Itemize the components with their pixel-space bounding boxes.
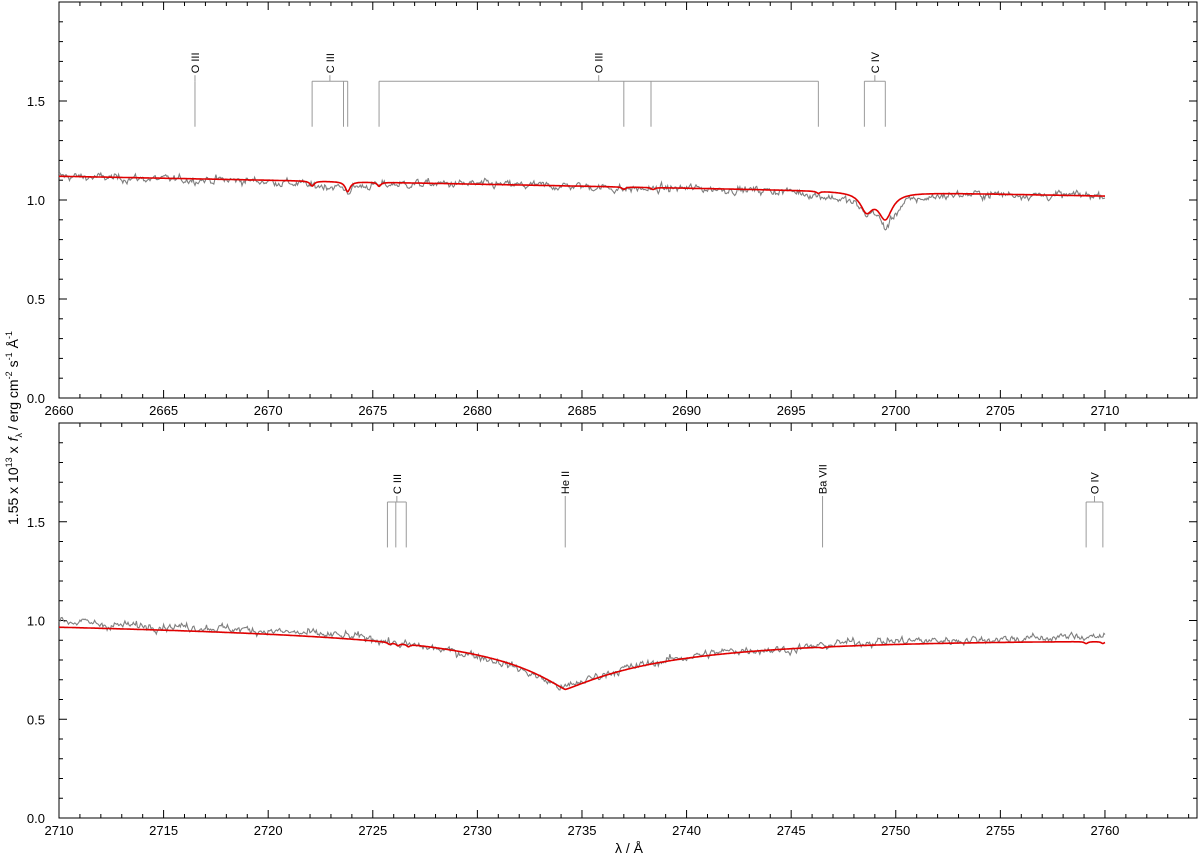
top-x-tick-label: 2710 — [1090, 403, 1119, 418]
bottom-x-tick-label: 2710 — [45, 823, 74, 838]
top-y-tick-label: 1.0 — [27, 193, 45, 208]
bottom-y-tick-label: 0.5 — [27, 712, 45, 727]
bottom-x-tick-label: 2730 — [463, 823, 492, 838]
bottom-x-tick-label: 2720 — [254, 823, 283, 838]
top-y-tick-label: 0.5 — [27, 292, 45, 307]
top-x-tick-label: 2700 — [881, 403, 910, 418]
line-id-label: C III — [325, 53, 337, 73]
line-id-label: C IV — [870, 51, 882, 73]
line-id-label: C III — [392, 474, 404, 494]
top-x-tick-label: 2690 — [672, 403, 701, 418]
bottom-x-tick-label: 2725 — [358, 823, 387, 838]
spectrum-figure: 2660 2665 2670 2675 2680 2685 2690 2695 2700 2705… — [0, 0, 1200, 857]
bottom-x-tick-label: 2740 — [672, 823, 701, 838]
bottom-y-tick-label: 0.0 — [27, 811, 45, 826]
line-id-label: O III — [594, 52, 606, 73]
bottom-y-tick-label: 1.0 — [27, 614, 45, 629]
x-axis-label: λ / Å — [615, 840, 644, 856]
top-x-tick-label: 2685 — [568, 403, 597, 418]
top-y-tick-label: 1.5 — [27, 94, 45, 109]
bottom-x-tick-label: 2745 — [777, 823, 806, 838]
bottom-y-tick-label: 1.5 — [27, 515, 45, 530]
bottom-x-tick-label: 2755 — [986, 823, 1015, 838]
figure-background — [0, 0, 1200, 857]
line-id-label: O III — [190, 52, 202, 73]
top-y-tick-label: 0.0 — [27, 391, 45, 406]
top-x-tick-label: 2670 — [254, 403, 283, 418]
line-id-label: He II — [560, 471, 572, 494]
line-id-label: Ba VII — [818, 464, 830, 494]
top-x-tick-label: 2705 — [986, 403, 1015, 418]
top-x-tick-label: 2675 — [358, 403, 387, 418]
bottom-x-tick-label: 2715 — [149, 823, 178, 838]
top-x-tick-label: 2695 — [777, 403, 806, 418]
top-x-tick-label: 2665 — [149, 403, 178, 418]
top-x-tick-label: 2680 — [463, 403, 492, 418]
bottom-x-tick-label: 2750 — [881, 823, 910, 838]
line-id-label: O IV — [1089, 471, 1101, 494]
bottom-x-tick-label: 2760 — [1090, 823, 1119, 838]
top-x-tick-label: 2660 — [45, 403, 74, 418]
bottom-x-tick-label: 2735 — [568, 823, 597, 838]
